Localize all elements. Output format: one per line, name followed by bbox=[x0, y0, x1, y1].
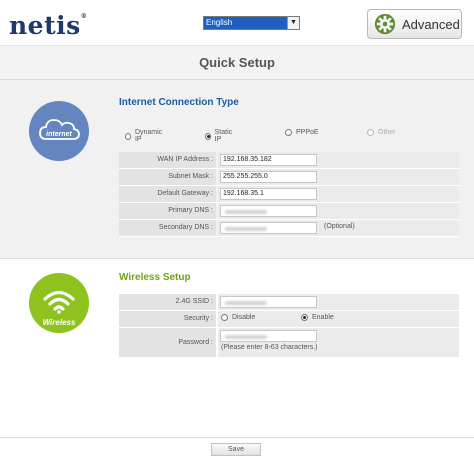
internet-form: WAN IP Address : 192.168.35.182 Subnet M… bbox=[119, 152, 459, 237]
language-selected-value: English bbox=[206, 18, 233, 27]
optional-note: (Optional) bbox=[324, 223, 355, 230]
ssid-input[interactable] bbox=[220, 296, 317, 308]
primary-dns-row: Primary DNS : bbox=[119, 203, 459, 220]
radio-security-enable[interactable]: Enable bbox=[301, 314, 334, 321]
subnet-input[interactable]: 255.255.255.0 bbox=[220, 171, 317, 183]
primary-dns-label: Primary DNS : bbox=[119, 203, 216, 219]
gateway-row: Default Gateway : 192.168.35.1 bbox=[119, 186, 459, 203]
radio-other-dot bbox=[367, 129, 374, 136]
wireless-badge: Wireless bbox=[29, 273, 89, 333]
password-label: Password : bbox=[119, 328, 216, 357]
internet-section-title: Internet Connection Type bbox=[119, 97, 239, 108]
redacted-value bbox=[225, 210, 267, 214]
top-bar: netis® English ▼ Advanced bbox=[0, 0, 474, 46]
page-title: Quick Setup bbox=[0, 46, 474, 80]
netis-logo: netis® bbox=[9, 11, 88, 40]
radio-static-ip[interactable]: Static IP bbox=[205, 129, 234, 143]
security-row: Security : Disable Enable bbox=[119, 311, 459, 328]
radio-other: Other bbox=[367, 129, 396, 136]
advanced-label: Advanced bbox=[402, 16, 460, 32]
redacted-value bbox=[225, 301, 267, 305]
secondary-dns-label: Secondary DNS : bbox=[119, 220, 216, 236]
gateway-input[interactable]: 192.168.35.1 bbox=[220, 188, 317, 200]
footer-divider bbox=[0, 437, 474, 438]
wan-ip-row: WAN IP Address : 192.168.35.182 bbox=[119, 152, 459, 169]
radio-static-ip-dot[interactable] bbox=[205, 132, 211, 140]
secondary-dns-input[interactable] bbox=[220, 222, 317, 234]
password-input[interactable] bbox=[220, 330, 317, 342]
radio-dynamic-ip[interactable]: Dynamic IP bbox=[125, 129, 163, 143]
wireless-form: 2.4G SSID : Security : Disable Enable Pa… bbox=[119, 294, 459, 358]
security-label: Security : bbox=[119, 311, 216, 327]
internet-badge: internet bbox=[29, 101, 89, 161]
password-row: Password : (Please enter 8-63 characters… bbox=[119, 328, 459, 358]
secondary-dns-row: Secondary DNS : (Optional) bbox=[119, 220, 459, 237]
advanced-button[interactable]: Advanced bbox=[367, 9, 462, 39]
wan-ip-input[interactable]: 192.168.35.182 bbox=[220, 154, 317, 166]
wireless-section-title: Wireless Setup bbox=[119, 272, 191, 283]
gateway-label: Default Gateway : bbox=[119, 186, 216, 202]
ssid-row: 2.4G SSID : bbox=[119, 294, 459, 311]
redacted-value bbox=[225, 335, 267, 339]
wan-ip-label: WAN IP Address : bbox=[119, 152, 216, 168]
radio-pppoe-dot[interactable] bbox=[285, 129, 292, 136]
radio-security-disable[interactable]: Disable bbox=[221, 314, 255, 321]
language-select[interactable]: English ▼ bbox=[203, 16, 300, 30]
password-hint: (Please enter 8-63 characters.) bbox=[221, 344, 318, 351]
wireless-badge-label: Wireless bbox=[42, 318, 76, 327]
subnet-row: Subnet Mask : 255.255.255.0 bbox=[119, 169, 459, 186]
chevron-down-icon[interactable]: ▼ bbox=[287, 17, 299, 29]
redacted-value bbox=[225, 227, 267, 231]
save-button[interactable]: Save bbox=[211, 443, 261, 456]
primary-dns-input[interactable] bbox=[220, 205, 317, 217]
subnet-label: Subnet Mask : bbox=[119, 169, 216, 185]
gear-icon bbox=[374, 13, 396, 35]
ssid-label: 2.4G SSID : bbox=[119, 294, 216, 310]
radio-security-disable-dot[interactable] bbox=[221, 314, 228, 321]
radio-dynamic-ip-dot[interactable] bbox=[125, 132, 131, 140]
internet-badge-label: internet bbox=[46, 131, 72, 138]
radio-security-enable-dot[interactable] bbox=[301, 314, 308, 321]
radio-pppoe[interactable]: PPPoE bbox=[285, 129, 319, 136]
